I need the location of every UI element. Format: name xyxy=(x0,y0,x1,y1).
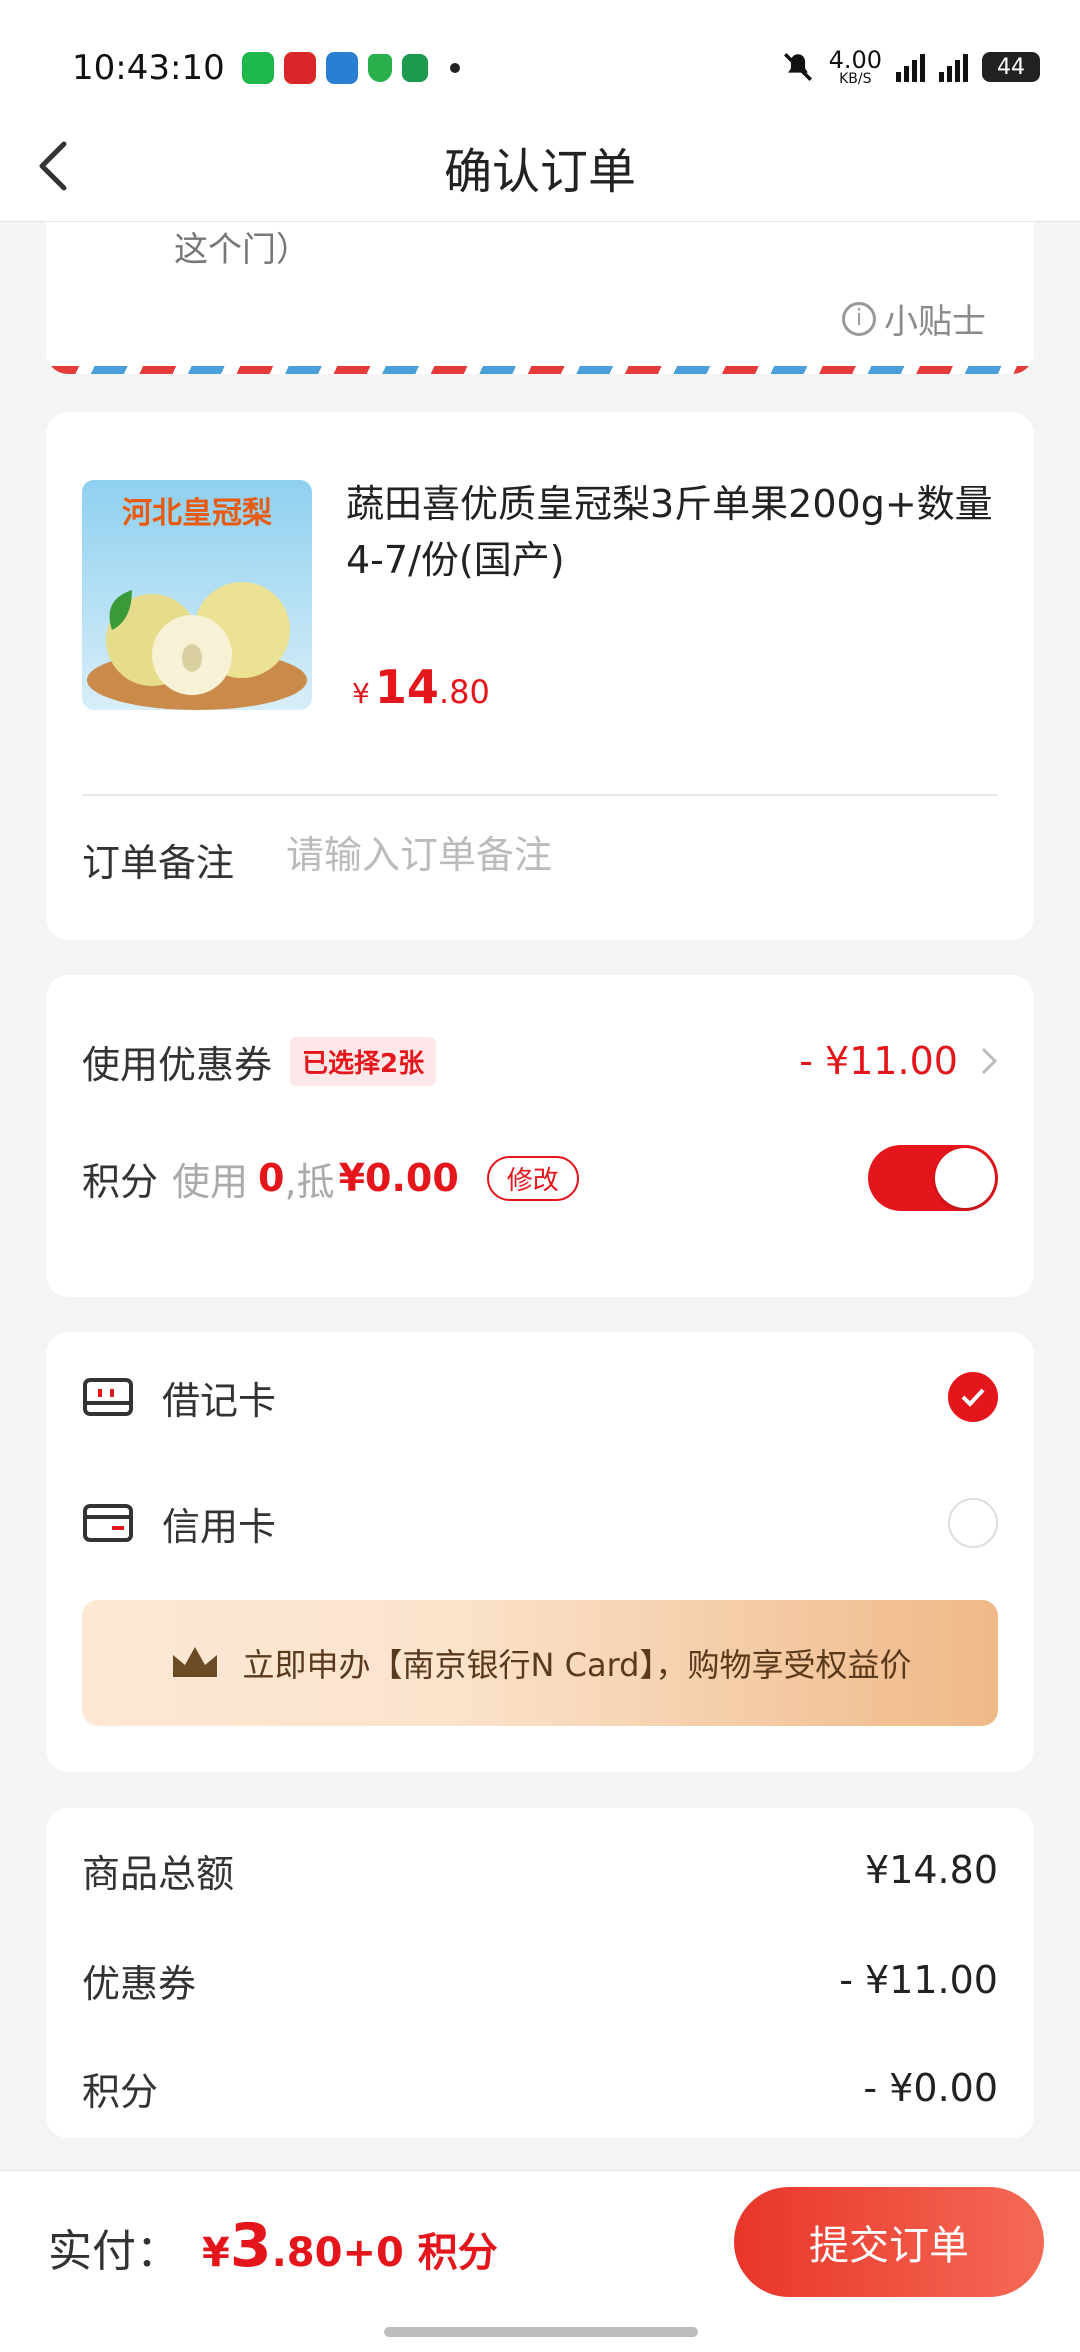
crown-icon xyxy=(172,1647,217,1677)
chevron-right-icon xyxy=(981,1047,998,1075)
network-speed: 4.00 KB/S xyxy=(828,46,882,87)
credit-label: 信用卡 xyxy=(162,1504,277,1549)
product-title[interactable]: 蔬田喜优质皇冠梨3斤单果200g+数量4-7/份(国产) xyxy=(346,476,996,588)
product-image-text: 河北皇冠梨 xyxy=(122,496,272,531)
page-title: 确认订单 xyxy=(443,144,636,200)
payment-option-debit[interactable]: 借记卡 xyxy=(82,1362,998,1432)
battery-icon: 44 xyxy=(982,52,1040,82)
pay-label: 实付： xyxy=(48,2226,180,2277)
wechat-icon xyxy=(242,52,274,84)
divider xyxy=(82,794,998,796)
address-text: 这个门） xyxy=(174,230,310,270)
remark-input[interactable] xyxy=(286,826,986,884)
info-icon: i xyxy=(842,301,876,336)
discount-card: 使用优惠券 已选择2张 - ¥11.00 积分 使用 0 ,抵 ¥0.00 修改 xyxy=(46,975,1034,1297)
airmail-border xyxy=(46,366,1034,374)
summary-row-total: 商品总额 ¥14.80 xyxy=(82,1848,998,1896)
points-offset-text: ,抵 xyxy=(284,1159,335,1204)
status-time: 10:43:10 xyxy=(72,48,225,88)
remark-label: 订单备注 xyxy=(82,841,235,885)
coupon-row[interactable]: 使用优惠券 已选择2张 - ¥11.00 xyxy=(82,1031,998,1091)
credit-radio[interactable] xyxy=(948,1498,998,1548)
toggle-knob xyxy=(935,1148,995,1208)
product-card: 河北皇冠梨 蔬田喜优质皇冠梨3斤单果200g+数量4-7/份(国产) ¥ 14.… xyxy=(46,412,1034,940)
debit-card-icon xyxy=(83,1378,133,1416)
submit-order-button[interactable]: 提交订单 xyxy=(734,2187,1044,2297)
product-price: ¥ 14.80 xyxy=(352,660,490,714)
app-blue-icon xyxy=(326,52,358,84)
points-money: ¥0.00 xyxy=(338,1156,459,1200)
app-red-icon xyxy=(284,52,316,84)
more-dot-icon xyxy=(450,63,460,73)
home-indicator[interactable] xyxy=(384,2327,698,2337)
mute-bell-icon xyxy=(783,52,812,82)
banner-text: 立即申办【南京银行N Card】，购物享受权益价 xyxy=(242,1646,912,1684)
summary-row-points: 积分 - ¥0.00 xyxy=(82,2066,998,2114)
coupon-label: 使用优惠券 xyxy=(82,1042,273,1087)
address-card[interactable]: 这个门） i 小贴士 xyxy=(46,222,1034,374)
tip-label: 小贴士 xyxy=(884,302,986,342)
debit-label: 借记卡 xyxy=(162,1378,277,1423)
points-use-text: 使用 xyxy=(172,1159,249,1204)
coupon-badge: 已选择2张 xyxy=(290,1036,437,1086)
points-label: 积分 xyxy=(82,1159,159,1204)
shield-icon xyxy=(368,54,392,82)
summary-row-coupon: 优惠券 - ¥11.00 xyxy=(82,1958,998,2006)
tip-link[interactable]: i 小贴士 xyxy=(842,294,986,343)
notification-icons xyxy=(242,52,460,84)
check-icon xyxy=(961,1388,985,1407)
signal-5g-icon xyxy=(896,52,925,82)
summary-card: 商品总额 ¥14.80 优惠券 - ¥11.00 积分 - ¥0.00 xyxy=(46,1808,1034,2138)
ncard-banner[interactable]: 立即申办【南京银行N Card】，购物享受权益价 xyxy=(82,1600,998,1726)
nav-bar: 确认订单 xyxy=(0,100,1080,222)
bank-app-icon xyxy=(402,54,428,82)
points-toggle[interactable] xyxy=(868,1145,998,1211)
bottom-bar: 实付： ¥ 3 .80 +0 积分 提交订单 xyxy=(0,2170,1080,2352)
status-right: 4.00 KB/S 44 xyxy=(781,48,1040,86)
signal-5ga-icon xyxy=(939,52,968,82)
payment-card: 借记卡 信用卡 立即申办【南京银行N Card】，购物享受权益价 xyxy=(46,1332,1034,1772)
product-image[interactable]: 河北皇冠梨 xyxy=(82,480,312,710)
points-count: 0 xyxy=(258,1156,285,1200)
pay-total: 实付： ¥ 3 .80 +0 积分 xyxy=(48,2211,498,2281)
points-row: 积分 使用 0 ,抵 ¥0.00 修改 xyxy=(82,1145,998,1211)
credit-card-icon xyxy=(83,1504,133,1542)
debit-radio[interactable] xyxy=(948,1372,998,1422)
coupon-value: - ¥11.00 xyxy=(799,1039,958,1083)
modify-points-button[interactable]: 修改 xyxy=(486,1155,579,1201)
payment-option-credit[interactable]: 信用卡 xyxy=(82,1488,998,1558)
